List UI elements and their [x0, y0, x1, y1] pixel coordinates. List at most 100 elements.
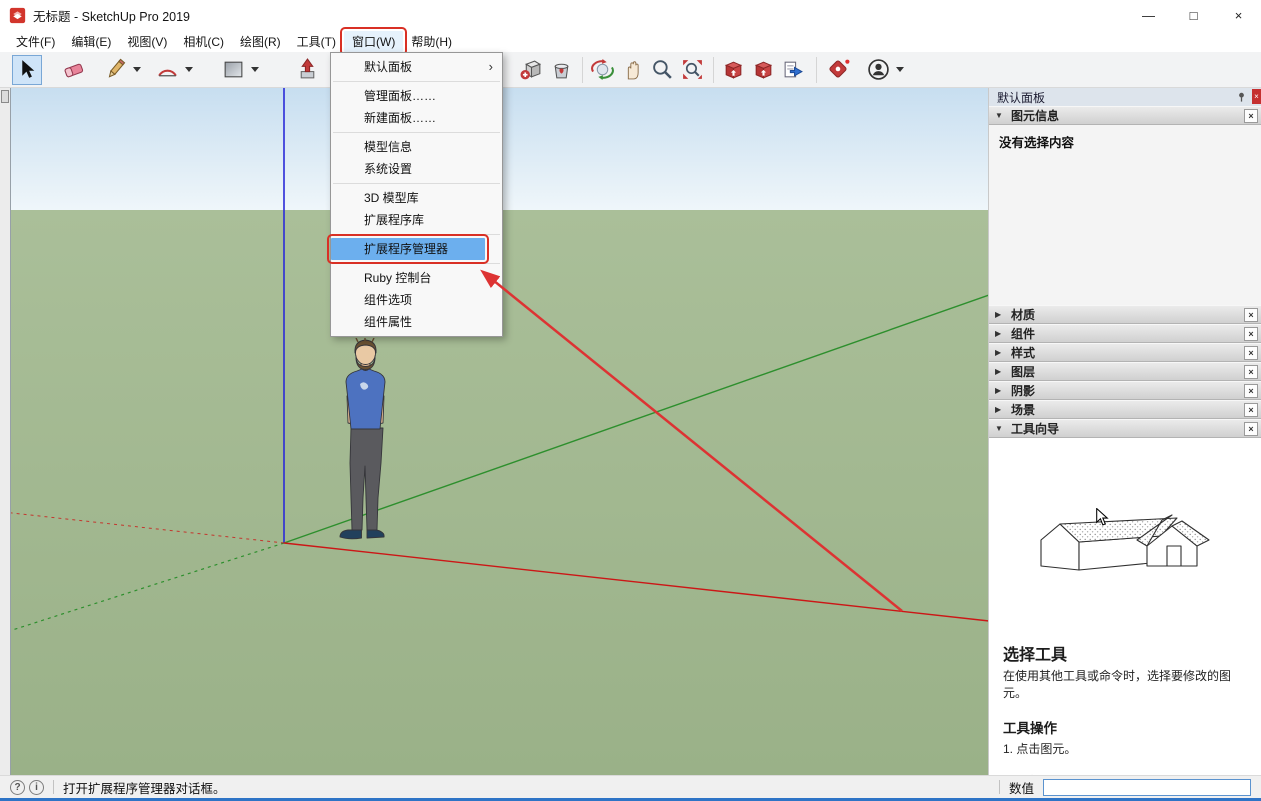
person-figure-component[interactable]	[331, 338, 405, 547]
get-models-button[interactable]	[718, 55, 748, 85]
menu-item-model-info[interactable]: 模型信息	[331, 136, 502, 158]
menu-item-preferences[interactable]: 系统设置	[331, 158, 502, 180]
menu-edit[interactable]: 编辑(E)	[63, 31, 119, 52]
menu-file[interactable]: 文件(F)	[8, 31, 63, 52]
section-close-icon[interactable]: ×	[1244, 364, 1258, 379]
menu-separator	[333, 263, 500, 264]
section-close-icon[interactable]: ×	[1244, 345, 1258, 360]
menu-separator	[333, 234, 500, 235]
expanded-arrow-icon[interactable]: ▼	[995, 111, 1005, 120]
menu-view[interactable]: 视图(V)	[119, 31, 175, 52]
close-button[interactable]: ×	[1216, 0, 1261, 30]
toolbar	[0, 52, 1261, 88]
section-close-icon[interactable]: ×	[1244, 421, 1258, 436]
collapsed-arrow-icon[interactable]: ▶	[995, 310, 1005, 319]
collapsed-arrow-icon[interactable]: ▶	[995, 329, 1005, 338]
section-scenes[interactable]: ▶ 场景 ×	[989, 400, 1261, 419]
section-close-icon[interactable]: ×	[1244, 383, 1258, 398]
minimize-button[interactable]: —	[1126, 0, 1171, 30]
section-close-icon[interactable]: ×	[1244, 108, 1258, 123]
instructor-illustration	[1029, 468, 1221, 589]
menu-help[interactable]: 帮助(H)	[403, 31, 460, 52]
toolbar-separator	[713, 56, 714, 83]
arc-tool-dropdown-arrow[interactable]	[185, 67, 193, 72]
collapsed-arrow-icon[interactable]: ▶	[995, 367, 1005, 376]
menu-item-extension-warehouse[interactable]: 扩展程序库	[331, 209, 502, 231]
menu-window[interactable]: 窗口(W)	[339, 26, 408, 56]
collapsed-arrow-icon[interactable]: ▶	[995, 348, 1005, 357]
measurements-input[interactable]	[1043, 778, 1251, 796]
push-pull-tool-button[interactable]	[292, 55, 322, 85]
menu-item-component-attributes[interactable]: 组件属性	[331, 311, 502, 333]
section-instructor[interactable]: ▼ 工具向导 ×	[989, 419, 1261, 438]
instructor-content: 选择工具 在使用其他工具或命令时，选择要修改的图元。 工具操作 1. 点击图元。…	[989, 438, 1261, 775]
menu-camera[interactable]: 相机(C)	[175, 31, 232, 52]
status-message: 打开扩展程序管理器对话框。	[63, 781, 226, 796]
line-tool-button[interactable]	[100, 55, 130, 85]
menu-item-extension-manager[interactable]: 扩展程序管理器	[327, 234, 489, 264]
window-title: 无标题 - SketchUp Pro 2019	[33, 9, 191, 24]
section-title: 样式	[1011, 346, 1036, 360]
expanded-arrow-icon[interactable]: ▼	[995, 424, 1005, 433]
tray-close-button[interactable]: ×	[1252, 89, 1261, 104]
shapes-tool-dropdown-arrow[interactable]	[251, 67, 259, 72]
credits-info-icon[interactable]: i	[29, 779, 44, 795]
sign-in-button[interactable]	[863, 55, 893, 85]
menu-item-3d-warehouse[interactable]: 3D 模型库	[331, 187, 502, 209]
menu-item-manage-trays[interactable]: 管理面板……	[331, 85, 502, 107]
dock-grip-icon[interactable]	[1, 90, 9, 103]
section-title: 材质	[1011, 308, 1036, 322]
section-close-icon[interactable]: ×	[1244, 402, 1258, 417]
section-title: 场景	[1011, 403, 1036, 417]
collapsed-arrow-icon[interactable]: ▶	[995, 405, 1005, 414]
sketchup-logo-icon	[9, 7, 26, 23]
zoom-tool-button[interactable]	[647, 55, 677, 85]
section-entity-info[interactable]: ▼ 图元信息 ×	[989, 106, 1261, 125]
menu-bar: 文件(F) 编辑(E) 视图(V) 相机(C) 绘图(R) 工具(T) 窗口(W…	[0, 26, 1261, 56]
tray-header[interactable]: 默认面板 ×	[989, 88, 1261, 106]
menu-item-ruby-console[interactable]: Ruby 控制台	[331, 267, 502, 289]
share-model-button[interactable]	[748, 55, 778, 85]
section-shadows[interactable]: ▶ 阴影 ×	[989, 381, 1261, 400]
collapsed-arrow-icon[interactable]: ▶	[995, 386, 1005, 395]
cursor-icon	[1096, 508, 1109, 526]
section-close-icon[interactable]: ×	[1244, 307, 1258, 322]
maximize-button[interactable]: □	[1171, 0, 1216, 30]
sketchup-window: 无标题 - SketchUp Pro 2019 — □ × 文件(F) 编辑(E…	[0, 0, 1261, 801]
menu-item-default-tray[interactable]: 默认面板 ›	[331, 56, 502, 78]
pan-tool-button[interactable]	[617, 55, 647, 85]
orbit-tool-button[interactable]	[587, 55, 617, 85]
menu-tools[interactable]: 工具(T)	[289, 31, 344, 52]
make-component-icon	[520, 60, 541, 80]
extension-warehouse-icon	[828, 59, 849, 78]
default-tray-panel: 默认面板 × ▼ 图元信息 × 没有选择内容 ▶ 材质 × ▶ 组件 × ▶ 样…	[988, 88, 1261, 775]
paint-bucket-button[interactable]	[546, 55, 576, 85]
pencil-icon	[108, 58, 125, 78]
section-title: 图层	[1011, 365, 1036, 379]
sign-in-dropdown-arrow[interactable]	[896, 67, 904, 72]
geolocation-icon[interactable]: ?	[10, 779, 25, 795]
left-toolbar-dock	[0, 88, 10, 775]
menu-separator	[333, 81, 500, 82]
eraser-icon	[64, 63, 83, 78]
zoom-extents-button[interactable]	[677, 55, 707, 85]
section-components[interactable]: ▶ 组件 ×	[989, 324, 1261, 343]
line-tool-dropdown-arrow[interactable]	[133, 67, 141, 72]
menu-item-component-options[interactable]: 组件选项	[331, 289, 502, 311]
menu-item-new-tray[interactable]: 新建面板……	[331, 107, 502, 129]
entity-info-content: 没有选择内容	[989, 125, 1261, 305]
eraser-tool-button[interactable]	[58, 55, 88, 85]
extension-warehouse-button[interactable]	[823, 55, 853, 85]
send-to-layout-button[interactable]	[778, 55, 808, 85]
section-materials[interactable]: ▶ 材质 ×	[989, 305, 1261, 324]
section-close-icon[interactable]: ×	[1244, 326, 1258, 341]
section-layers[interactable]: ▶ 图层 ×	[989, 362, 1261, 381]
measurements-label: 数值	[1008, 781, 1034, 796]
menu-draw[interactable]: 绘图(R)	[232, 31, 289, 52]
make-component-button[interactable]	[516, 55, 546, 85]
shapes-tool-button[interactable]	[218, 55, 248, 85]
pin-icon[interactable]	[1236, 91, 1247, 103]
arc-tool-button[interactable]	[152, 55, 182, 85]
section-styles[interactable]: ▶ 样式 ×	[989, 343, 1261, 362]
select-tool-button[interactable]	[12, 54, 42, 85]
